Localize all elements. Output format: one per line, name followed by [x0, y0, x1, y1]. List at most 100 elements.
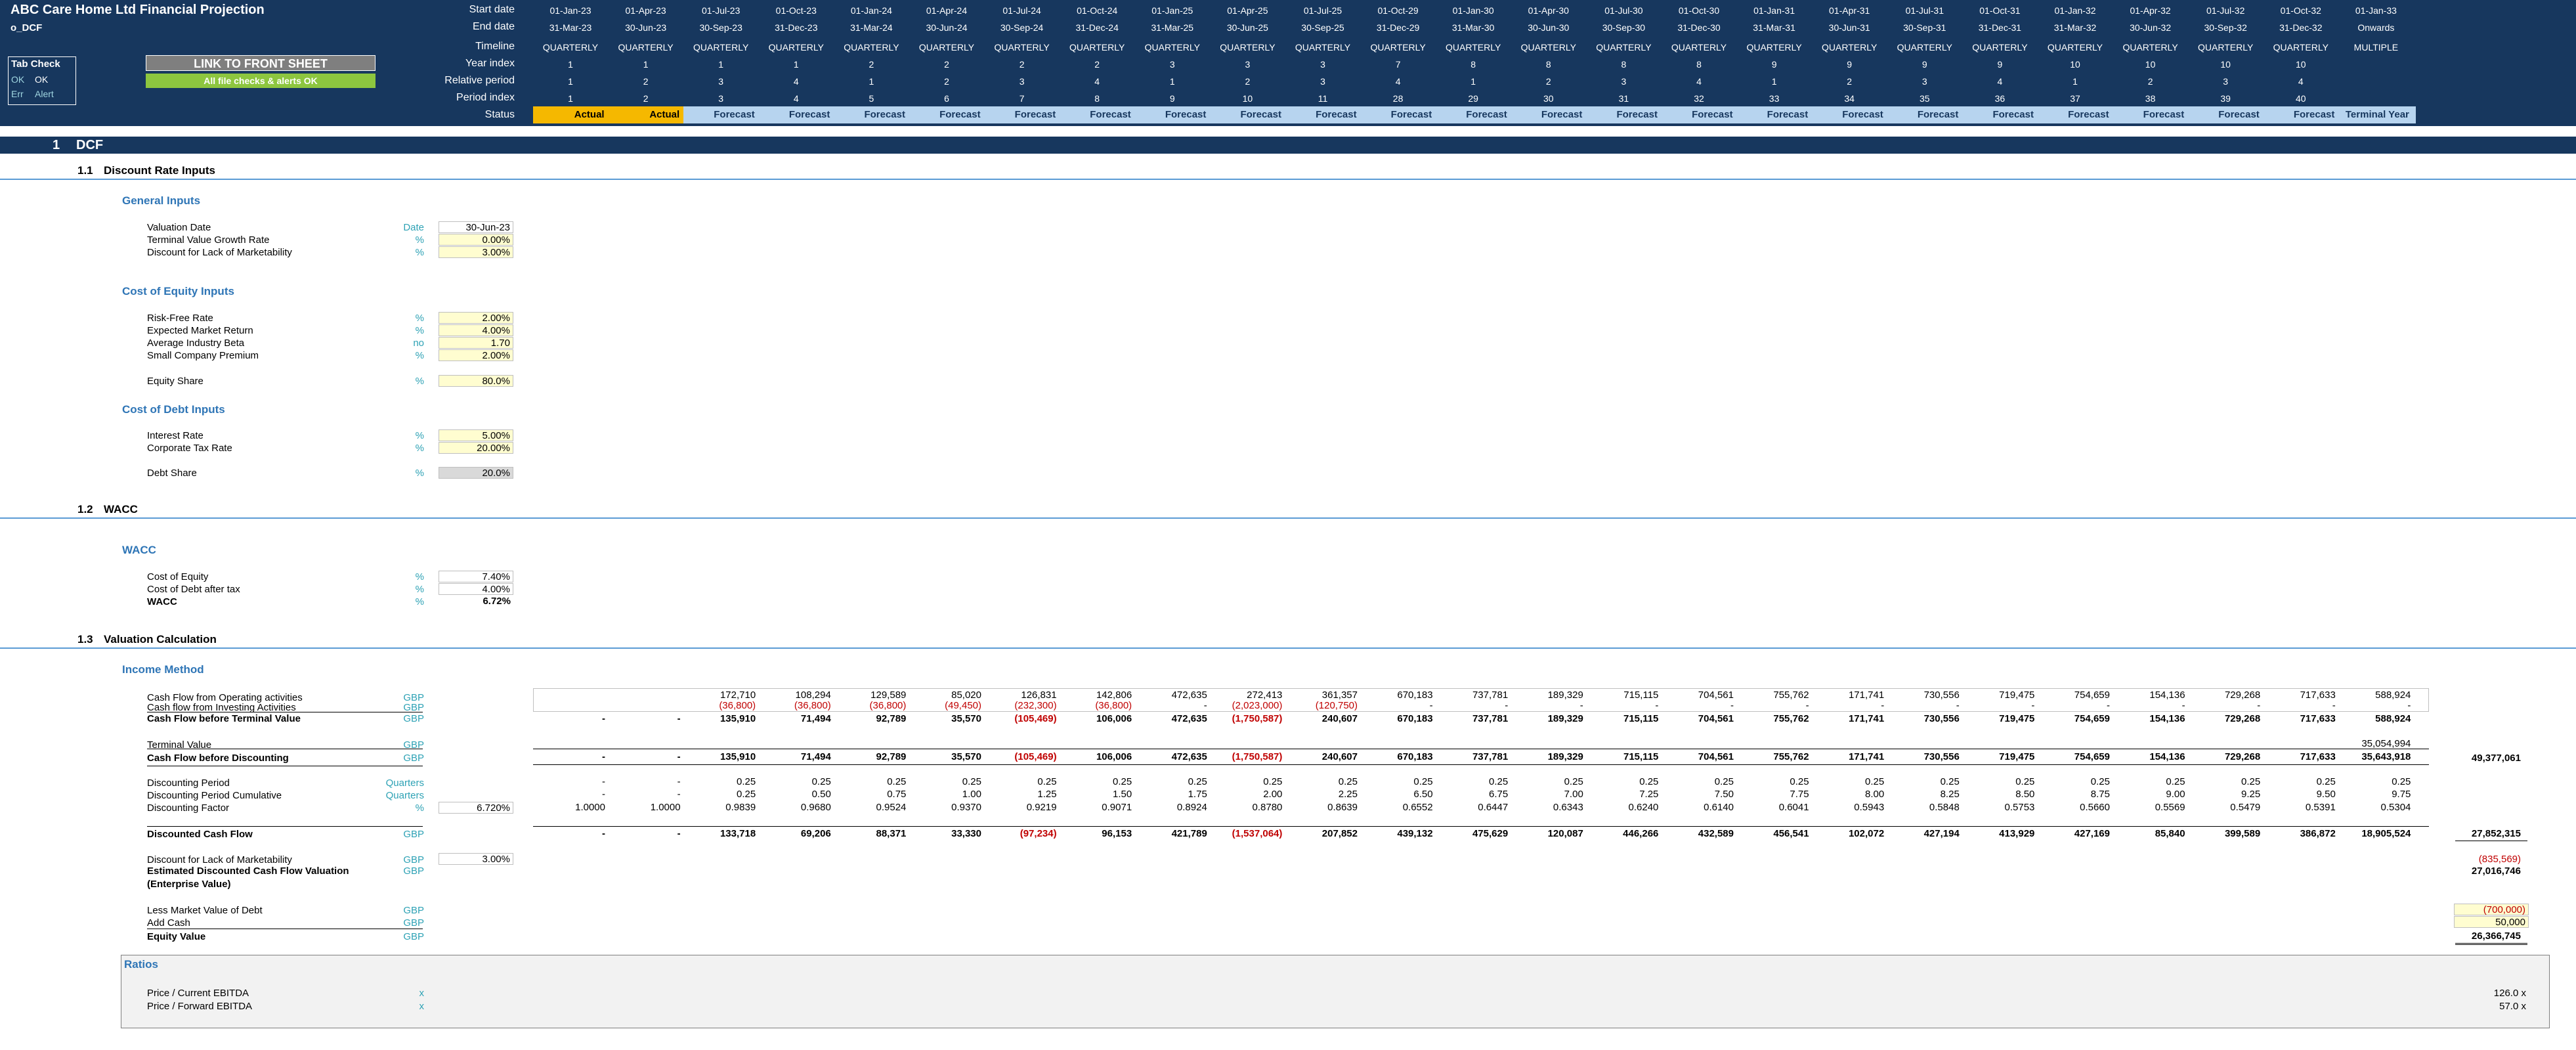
debt-input-value[interactable]: 5.00%	[439, 429, 513, 441]
edcf-total: 27,016,746	[2471, 865, 2521, 877]
status-cell: Actual	[608, 106, 684, 123]
timeline-cell: 39	[2220, 93, 2231, 104]
debt-input-unit: %	[415, 443, 424, 454]
cfbd-value: 71,494	[800, 751, 831, 762]
df-value: 0.8924	[1176, 802, 1207, 813]
dp-value: 0.25	[1338, 776, 1358, 787]
cash-input[interactable]: 50,000	[2454, 916, 2529, 928]
debt-input-value: 20.0%	[439, 467, 513, 479]
divider-line	[147, 826, 423, 827]
timeline-cell: 1	[568, 93, 573, 104]
cfbd-value: 154,136	[2149, 751, 2185, 762]
timeline-cell: QUARTERLY	[1822, 42, 1878, 53]
wacc-row-unit: %	[415, 596, 424, 607]
dpc-value: 7.50	[1714, 789, 1734, 800]
valuation-label: Discounting Period Cumulative	[147, 790, 282, 801]
dcf-value: 120,087	[1547, 828, 1583, 839]
valuation-unit: GBP	[403, 854, 424, 865]
tab-check-alert: Alert	[35, 89, 54, 99]
timeline-cell: 3	[2223, 76, 2229, 87]
dpc-value: -	[677, 789, 681, 800]
df-value: 0.5848	[1929, 802, 1960, 813]
timeline-cell: QUARTERLY	[1671, 42, 1727, 53]
timeline-cell: 01-Oct-30	[1678, 5, 1720, 16]
valuation-label: Discount for Lack of Marketability	[147, 854, 292, 865]
df-value: 0.5660	[2080, 802, 2110, 813]
timeline-cell: 31-Dec-32	[2279, 22, 2323, 33]
cfi-value: (36,800)	[1095, 700, 1132, 711]
timeline-cell: 2	[869, 59, 874, 70]
cfo-value: 85,020	[951, 689, 981, 701]
cfo-value: 272,413	[1247, 689, 1283, 701]
df-value: 0.6041	[1778, 802, 1809, 813]
lmvd-input[interactable]: (700,000)	[2454, 904, 2529, 915]
cfo-value: 472,635	[1171, 689, 1207, 701]
timeline-cell: 01-Jan-33	[2355, 5, 2397, 16]
timeline-cell: 40	[2296, 93, 2306, 104]
cfi-value: -	[2332, 700, 2336, 711]
timeline-cell: 32	[1694, 93, 1704, 104]
df-value: 0.8639	[1327, 802, 1358, 813]
equity-input-value[interactable]: 2.00%	[439, 312, 513, 324]
status-cell: Forecast	[1511, 106, 1587, 123]
cfbtv-value: 240,607	[1321, 713, 1358, 724]
cfbd-value: -	[677, 751, 681, 762]
cfi-value: -	[2407, 700, 2411, 711]
timeline-cell: QUARTERLY	[542, 42, 599, 53]
general-input-label: Discount for Lack of Marketability	[147, 247, 292, 258]
debt-input-label: Interest Rate	[147, 430, 204, 441]
cfbtv-value: 729,268	[2224, 713, 2261, 724]
dcf-value: -	[602, 828, 605, 839]
equity-input-unit: %	[415, 376, 424, 387]
dcf-value: 413,929	[1999, 828, 2035, 839]
dpc-value: 8.00	[1864, 789, 1885, 800]
dpc-value: 0.25	[736, 789, 756, 800]
status-cell: Forecast	[2113, 106, 2189, 123]
dpc-value: 9.50	[2316, 789, 2336, 800]
link-to-front-sheet-button[interactable]: LINK TO FRONT SHEET	[146, 55, 376, 71]
cfbtv-value: 755,762	[1773, 713, 1809, 724]
cfi-value: -	[2181, 700, 2185, 711]
dpc-value: 1.75	[1188, 789, 1207, 800]
df-value: 0.9370	[951, 802, 981, 813]
divider-line	[2455, 943, 2527, 945]
cfo-value: 172,710	[719, 689, 756, 701]
equity-input-value[interactable]: 1.70	[439, 337, 513, 349]
equity-input-value[interactable]: 2.00%	[439, 349, 513, 361]
timeline-cell: 30-Jun-23	[625, 22, 667, 33]
wacc-row-label: Cost of Equity	[147, 571, 209, 582]
timeline-cell: 37	[2070, 93, 2080, 104]
valuation-unit: Quarters	[385, 777, 424, 789]
cfbtv-value: 106,006	[1096, 713, 1132, 724]
page-title: ABC Care Home Ltd Financial Projection	[11, 3, 265, 17]
dp-value: 0.25	[1790, 776, 1809, 787]
df-value: 0.5569	[2155, 802, 2185, 813]
df-input: 6.720%	[439, 802, 513, 814]
equity-input-value[interactable]: 80.0%	[439, 375, 513, 387]
timeline-cell: QUARTERLY	[1220, 42, 1276, 53]
timeline-cell: 01-Oct-23	[775, 5, 817, 16]
debt-input-value[interactable]: 20.00%	[439, 442, 513, 454]
dp-value: 0.25	[2166, 776, 2185, 787]
dcf-value: 133,718	[719, 828, 756, 839]
general-input-value[interactable]: 0.00%	[439, 234, 513, 246]
general-input-value[interactable]: 3.00%	[439, 246, 513, 258]
cfo-value: 189,329	[1547, 689, 1583, 701]
cfi-value: -	[1579, 700, 1583, 711]
valuation-unit: GBP	[403, 931, 424, 942]
timeline-cell: QUARTERLY	[1069, 42, 1125, 53]
cfi-value: -	[2031, 700, 2035, 711]
dcf-value: (1,537,064)	[1232, 828, 1283, 839]
cost-of-equity-heading: Cost of Equity Inputs	[122, 285, 234, 297]
timeline-cell: 3	[718, 93, 724, 104]
timeline-cell: 1	[643, 59, 649, 70]
timeline-cell: 9	[1997, 59, 2003, 70]
equity-input-value[interactable]: 4.00%	[439, 324, 513, 336]
equity-input-label: Expected Market Return	[147, 325, 253, 336]
dp-value: -	[677, 776, 681, 787]
dp-value: 0.25	[887, 776, 907, 787]
timeline-cell: 3	[1019, 76, 1025, 87]
dp-value: 0.25	[2316, 776, 2336, 787]
cfi-value: (232,300)	[1014, 700, 1057, 711]
timeline-cell: 30-Sep-24	[1000, 22, 1044, 33]
